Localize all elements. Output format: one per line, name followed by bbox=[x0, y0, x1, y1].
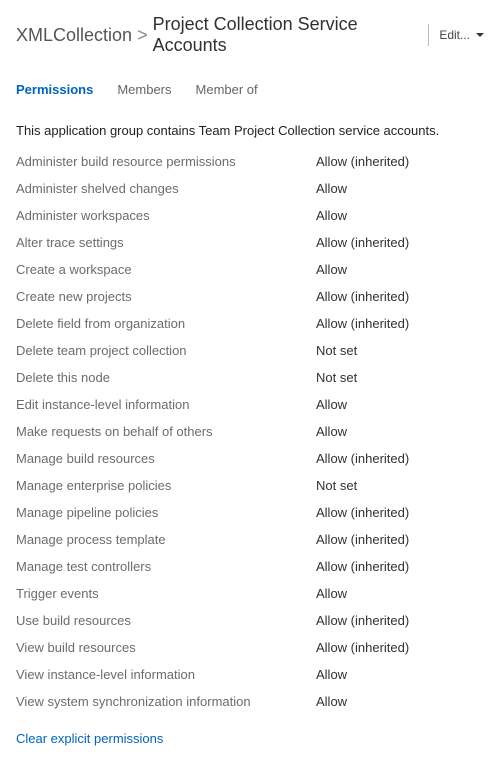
permission-value[interactable]: Not set bbox=[316, 478, 486, 493]
permission-value[interactable]: Allow bbox=[316, 397, 486, 412]
permission-name: Trigger events bbox=[16, 586, 316, 601]
permission-name: View build resources bbox=[16, 640, 316, 655]
breadcrumb: XMLCollection > Project Collection Servi… bbox=[16, 14, 428, 56]
permission-name: Manage enterprise policies bbox=[16, 478, 316, 493]
permission-name: Make requests on behalf of others bbox=[16, 424, 316, 439]
permission-name: Manage test controllers bbox=[16, 559, 316, 574]
permission-name: Administer build resource permissions bbox=[16, 154, 316, 169]
edit-dropdown[interactable]: Edit... bbox=[428, 24, 486, 46]
permission-name: Delete field from organization bbox=[16, 316, 316, 331]
permission-value[interactable]: Allow (inherited) bbox=[316, 559, 486, 574]
permission-value[interactable]: Allow (inherited) bbox=[316, 532, 486, 547]
permission-value[interactable]: Allow (inherited) bbox=[316, 154, 486, 169]
breadcrumb-separator: > bbox=[137, 25, 148, 46]
tabs: Permissions Members Member of bbox=[16, 82, 486, 99]
clear-explicit-permissions-link[interactable]: Clear explicit permissions bbox=[16, 731, 163, 746]
permission-name: Use build resources bbox=[16, 613, 316, 628]
permission-name: Delete this node bbox=[16, 370, 316, 385]
permission-value[interactable]: Allow (inherited) bbox=[316, 451, 486, 466]
permission-value[interactable]: Allow bbox=[316, 262, 486, 277]
permissions-table: Administer build resource permissionsAll… bbox=[16, 154, 486, 709]
permission-name: Administer workspaces bbox=[16, 208, 316, 223]
breadcrumb-root[interactable]: XMLCollection bbox=[16, 25, 132, 46]
permission-value[interactable]: Allow (inherited) bbox=[316, 235, 486, 250]
chevron-down-icon bbox=[476, 33, 484, 38]
permission-value[interactable]: Allow (inherited) bbox=[316, 613, 486, 628]
permission-name: Alter trace settings bbox=[16, 235, 316, 250]
tab-members[interactable]: Members bbox=[117, 82, 171, 99]
permission-name: Delete team project collection bbox=[16, 343, 316, 358]
permission-name: Create a workspace bbox=[16, 262, 316, 277]
permission-value[interactable]: Not set bbox=[316, 343, 486, 358]
permission-value[interactable]: Allow bbox=[316, 586, 486, 601]
breadcrumb-current: Project Collection Service Accounts bbox=[153, 14, 429, 56]
permission-name: Create new projects bbox=[16, 289, 316, 304]
edit-label: Edit... bbox=[439, 28, 470, 42]
permission-value[interactable]: Allow bbox=[316, 694, 486, 709]
permission-value[interactable]: Allow (inherited) bbox=[316, 640, 486, 655]
permission-name: Manage process template bbox=[16, 532, 316, 547]
permission-name: Manage build resources bbox=[16, 451, 316, 466]
permission-name: Edit instance-level information bbox=[16, 397, 316, 412]
permission-name: Manage pipeline policies bbox=[16, 505, 316, 520]
permission-value[interactable]: Allow bbox=[316, 208, 486, 223]
permission-value[interactable]: Allow bbox=[316, 181, 486, 196]
permission-value[interactable]: Allow bbox=[316, 667, 486, 682]
permission-value[interactable]: Not set bbox=[316, 370, 486, 385]
permission-name: View instance-level information bbox=[16, 667, 316, 682]
tab-member-of[interactable]: Member of bbox=[196, 82, 258, 99]
permission-value[interactable]: Allow (inherited) bbox=[316, 505, 486, 520]
permission-name: Administer shelved changes bbox=[16, 181, 316, 196]
group-description: This application group contains Team Pro… bbox=[16, 123, 486, 138]
permission-value[interactable]: Allow (inherited) bbox=[316, 289, 486, 304]
permission-value[interactable]: Allow bbox=[316, 424, 486, 439]
permission-value[interactable]: Allow (inherited) bbox=[316, 316, 486, 331]
tab-permissions[interactable]: Permissions bbox=[16, 82, 93, 99]
permission-name: View system synchronization information bbox=[16, 694, 316, 709]
